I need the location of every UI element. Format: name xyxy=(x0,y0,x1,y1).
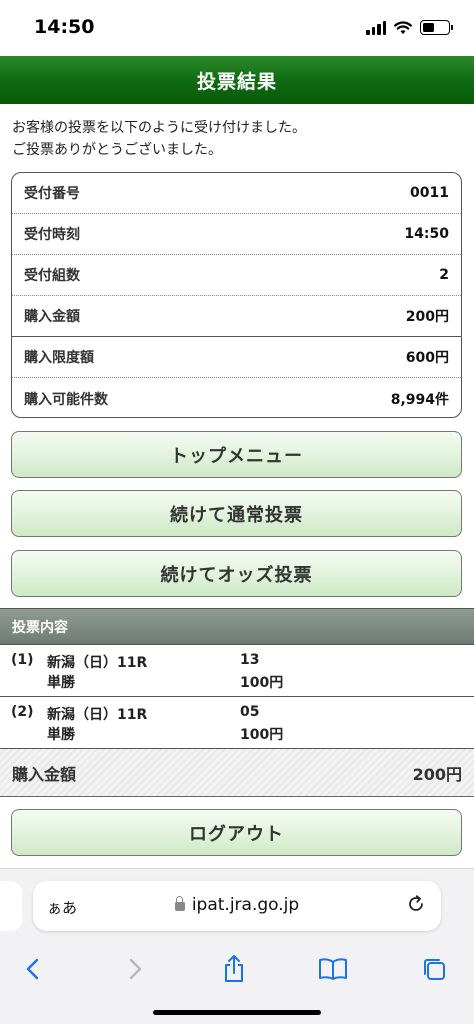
forward-button[interactable] xyxy=(115,949,155,989)
status-icons xyxy=(366,20,453,35)
address-bar[interactable]: ぁあ ipat.jra.go.jp xyxy=(33,881,441,931)
receipt-summary: 受付番号 0011 受付時刻 14:50 受付組数 2 購入金額 200円 購入… xyxy=(11,172,462,418)
intro-message: お客様の投票を以下のように受け付けました。 ご投票ありがとうございました。 xyxy=(12,117,306,161)
cellular-signal-icon xyxy=(366,20,386,35)
reload-icon[interactable] xyxy=(405,893,427,915)
bookmarks-button[interactable] xyxy=(313,949,353,989)
page-header: 投票結果 xyxy=(0,56,474,104)
browser-bar: ぁあ ipat.jra.go.jp xyxy=(0,868,474,1024)
battery-icon xyxy=(420,20,453,35)
status-bar: 14:50 xyxy=(0,0,474,56)
bet-type: 単勝 xyxy=(47,727,75,743)
receipt-value: 2 xyxy=(439,267,449,283)
receipt-row-available: 購入可能件数 8,994件 xyxy=(12,378,461,417)
bet-item: (1) 新潟（日）11R 13 単勝 100円 xyxy=(0,645,474,697)
back-button[interactable] xyxy=(13,949,53,989)
bet-race: 新潟（日）11R xyxy=(47,707,148,723)
chevron-right-icon xyxy=(129,958,142,980)
home-indicator xyxy=(153,1010,321,1015)
browser-toolbar xyxy=(0,949,474,989)
receipt-row-number: 受付番号 0011 xyxy=(12,173,461,214)
url-display[interactable]: ipat.jra.go.jp xyxy=(33,895,441,915)
bet-horse-number: 13 xyxy=(240,652,260,668)
tabs-button[interactable] xyxy=(414,949,454,989)
previous-tab-preview[interactable] xyxy=(0,881,22,931)
receipt-value: 600円 xyxy=(405,350,449,366)
receipt-value: 14:50 xyxy=(404,226,449,242)
receipt-label: 受付番号 xyxy=(24,186,80,202)
chevron-left-icon xyxy=(26,958,39,980)
lock-icon xyxy=(174,896,185,911)
bet-type: 単勝 xyxy=(47,675,75,691)
bet-race: 新潟（日）11R xyxy=(47,655,148,671)
continue-odds-vote-button[interactable]: 続けてオッズ投票 xyxy=(11,550,462,597)
wifi-icon xyxy=(394,20,412,34)
bet-item: (2) 新潟（日）11R 05 単勝 100円 xyxy=(0,697,474,749)
top-menu-button[interactable]: トップメニュー xyxy=(11,431,462,478)
receipt-label: 購入限度額 xyxy=(24,350,94,366)
total-label: 購入金額 xyxy=(12,764,77,784)
receipt-value: 0011 xyxy=(410,185,449,201)
url-text: ipat.jra.go.jp xyxy=(191,895,300,915)
tabs-icon xyxy=(424,959,445,980)
total-value: 200円 xyxy=(412,764,462,784)
intro-line-1: お客様の投票を以下のように受け付けました。 xyxy=(12,120,306,136)
share-button[interactable] xyxy=(214,949,254,989)
bet-index: (2) xyxy=(11,704,34,720)
total-amount-bar: 購入金額 200円 xyxy=(0,749,474,797)
bet-amount: 100円 xyxy=(240,675,284,691)
logout-button[interactable]: ログアウト xyxy=(11,809,462,856)
continue-normal-vote-button[interactable]: 続けて通常投票 xyxy=(11,490,462,537)
page-title: 投票結果 xyxy=(196,70,277,93)
receipt-value: 8,994件 xyxy=(390,391,449,408)
receipt-row-limit: 購入限度額 600円 xyxy=(12,337,461,378)
share-icon xyxy=(225,955,243,982)
receipt-label: 購入金額 xyxy=(24,309,80,325)
receipt-row-time: 受付時刻 14:50 xyxy=(12,214,461,255)
receipt-row-count: 受付組数 2 xyxy=(12,255,461,296)
bet-horse-number: 05 xyxy=(240,704,260,720)
bet-index: (1) xyxy=(11,652,34,668)
intro-line-2: ご投票ありがとうございました。 xyxy=(12,142,222,158)
book-icon xyxy=(319,958,347,980)
receipt-label: 購入可能件数 xyxy=(24,391,108,408)
status-time: 14:50 xyxy=(34,16,95,38)
bet-amount: 100円 xyxy=(240,727,284,743)
bets-section-header: 投票内容 xyxy=(0,608,474,645)
receipt-row-amount: 購入金額 200円 xyxy=(12,296,461,337)
receipt-label: 受付組数 xyxy=(24,268,80,284)
receipt-value: 200円 xyxy=(405,309,449,325)
receipt-label: 受付時刻 xyxy=(24,227,80,243)
